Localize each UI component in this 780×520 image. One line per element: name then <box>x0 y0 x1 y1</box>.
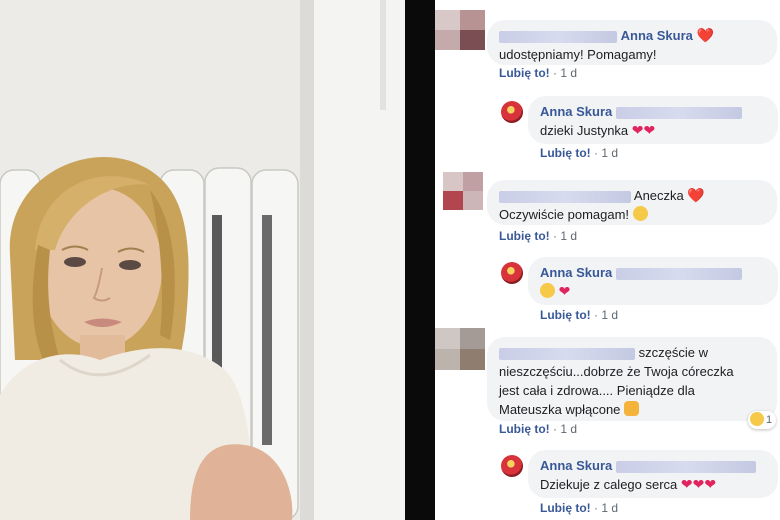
comment-text-line: Mateuszka wpłącone <box>499 402 621 417</box>
commenter-name[interactable]: Anna Skura <box>540 104 612 119</box>
comment-bubble: Aneczka ❤️ Oczywiście pomagam! <box>487 180 777 225</box>
commenter-name[interactable]: Anna Skura <box>621 28 693 43</box>
comment-meta: Lubię to! · 1 d <box>499 66 578 80</box>
timestamp[interactable]: 1 d <box>601 308 618 322</box>
avatar-pixelated <box>443 172 483 210</box>
comment-text: dzieki Justynka <box>540 123 629 138</box>
redacted-name <box>615 267 742 280</box>
heart-emoji: ❤ <box>558 283 571 299</box>
comment-bubble: szczęście w nieszczęściu...dobrze że Two… <box>487 337 777 421</box>
timestamp[interactable]: 1 d <box>560 422 577 436</box>
portrait-photo <box>0 0 405 520</box>
laughing-emoji-icon <box>750 412 764 426</box>
commenter-name[interactable]: Anna Skura <box>540 265 612 280</box>
comment-bubble: Anna Skura ❤️ udostępniamy! Pomagamy! <box>487 20 777 65</box>
like-link[interactable]: Lubię to! <box>540 146 591 160</box>
like-link[interactable]: Lubię to! <box>499 422 550 436</box>
comment-text: Oczywiście pomagam! <box>499 207 630 222</box>
portrait-illustration <box>0 0 405 520</box>
like-link[interactable]: Lubię to! <box>540 308 591 322</box>
comment-text-line: jest cała i zdrowa.... Pieniądze dla <box>499 383 695 398</box>
redacted-name <box>499 30 617 43</box>
like-link[interactable]: Lubię to! <box>499 66 550 80</box>
comment-text: udostępniamy! Pomagamy! <box>499 47 657 62</box>
comment-text: Dziekuje z calego serca <box>540 477 678 492</box>
comment-meta: Lubię to! · 1 d <box>499 229 578 243</box>
comment-meta: Lubię to! · 1 d <box>499 422 578 436</box>
redacted-name <box>499 347 635 360</box>
reaction-summary[interactable]: 1 <box>748 411 777 429</box>
reaction-count: 1 <box>766 414 773 426</box>
smiling-hearts-emoji-icon <box>540 283 555 298</box>
avatar[interactable] <box>501 101 523 123</box>
thumbs-up-emoji-icon <box>624 401 640 416</box>
commenter-name[interactable]: Anna Skura <box>540 458 612 473</box>
comment-meta: Lubię to! · 1 d <box>540 501 619 515</box>
heart-eyes-emoji-icon <box>632 206 648 221</box>
comment-text-line: nieszczęściu...dobrze że Twoja córeczka <box>499 364 734 379</box>
avatar[interactable] <box>501 455 523 477</box>
heart-emoji: ❤️ <box>687 187 705 203</box>
comment-meta: Lubię to! · 1 d <box>540 146 619 160</box>
comment-bubble: Anna Skura Dziekuje z calego serca ❤❤❤ <box>528 450 778 498</box>
timestamp[interactable]: 1 d <box>560 229 577 243</box>
heart-emoji: ❤❤ <box>631 122 656 138</box>
commenter-name[interactable]: Aneczka <box>634 188 684 203</box>
comment-meta: Lubię to! · 1 d <box>540 308 619 322</box>
avatar-pixelated <box>435 10 485 50</box>
timestamp[interactable]: 1 d <box>601 146 618 160</box>
comment-bubble: Anna Skura ❤ <box>528 257 778 305</box>
avatar[interactable] <box>501 262 523 284</box>
redacted-name <box>615 460 756 473</box>
heart-emoji: ❤️ <box>696 27 714 43</box>
redacted-name <box>499 190 631 203</box>
comment-text-line: szczęście w <box>638 345 708 360</box>
timestamp[interactable]: 1 d <box>601 501 618 515</box>
timestamp[interactable]: 1 d <box>560 66 577 80</box>
like-link[interactable]: Lubię to! <box>499 229 550 243</box>
redacted-name <box>615 106 742 119</box>
comments-panel: Anna Skura ❤️ udostępniamy! Pomagamy! Lu… <box>435 0 780 520</box>
divider <box>405 0 435 520</box>
heart-emoji: ❤❤❤ <box>680 476 717 492</box>
like-link[interactable]: Lubię to! <box>540 501 591 515</box>
comment-bubble: Anna Skura dzieki Justynka ❤❤ <box>528 96 778 144</box>
avatar-pixelated <box>435 328 485 370</box>
